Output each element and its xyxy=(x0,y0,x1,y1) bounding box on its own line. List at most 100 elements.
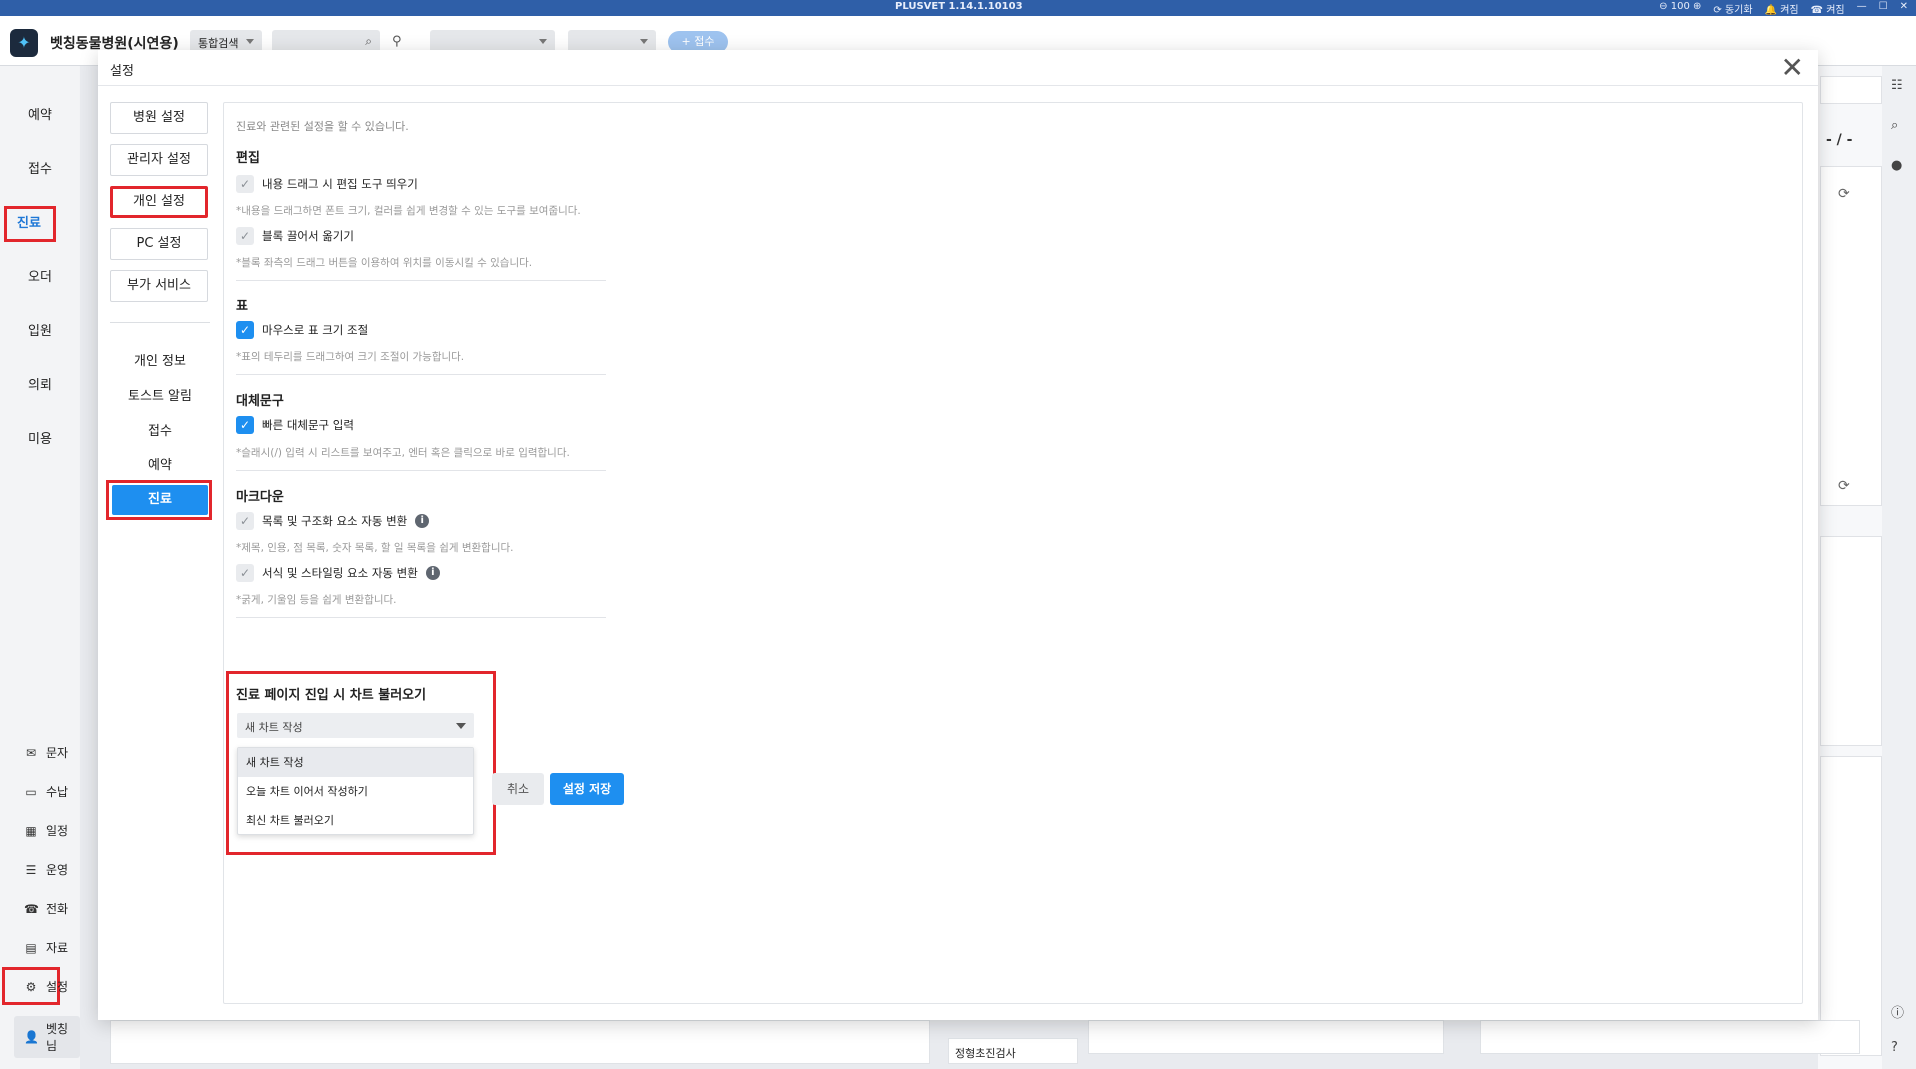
refresh-icon[interactable]: ⟳ xyxy=(1838,478,1850,494)
window-titlebar: PLUSVET 1.14.1.10103 ⊖ 100 ⊕ ⟳ 동기화 🔔 켜짐 … xyxy=(0,0,1916,16)
sidebar-item-operation[interactable]: ☰ 운영 xyxy=(24,861,68,878)
cancel-button[interactable]: 취소 xyxy=(492,773,544,805)
app-logo: ✦ xyxy=(10,29,38,57)
refresh-icon[interactable]: ⟳ xyxy=(1838,186,1850,202)
hint-text: *블록 좌측의 드래그 버튼을 이용하여 위치를 이동시킬 수 있습니다. xyxy=(236,257,533,269)
checkbox[interactable]: ✓ xyxy=(236,564,254,582)
sub-personal-info[interactable]: 개인 정보 xyxy=(110,350,210,369)
option-block-drag[interactable]: ✓ 블록 끌어서 옮기기 xyxy=(236,227,354,245)
divider xyxy=(236,374,606,375)
section-title-table: 표 xyxy=(236,299,248,314)
hint-text: *내용을 드래그하면 폰트 크기, 컬러를 쉽게 변경할 수 있는 도구를 보여… xyxy=(236,205,581,217)
phone-status[interactable]: ☎ 켜짐 xyxy=(1811,1,1845,16)
search-icon[interactable]: ⌕ xyxy=(1891,118,1898,133)
sidebar-item-documents[interactable]: ▤ 자료 xyxy=(24,939,68,956)
nav-personal-settings[interactable]: 개인 설정 xyxy=(110,186,208,218)
sidebar-item-payment[interactable]: ▭ 수납 xyxy=(24,783,68,800)
exam-item[interactable]: 정형초진검사 xyxy=(948,1038,1078,1064)
phone-icon: ☎ xyxy=(24,901,39,916)
patient-search-icon[interactable]: ⚲ xyxy=(392,34,402,49)
option-drag-toolbar[interactable]: ✓ 내용 드래그 시 편집 도구 띄우기 xyxy=(236,175,418,193)
background-panel xyxy=(110,1020,930,1064)
sidebar-item-order[interactable]: 오더 xyxy=(0,266,80,285)
dropdown-option[interactable]: 오늘 차트 이어서 작성하기 xyxy=(238,777,473,806)
option-quick-alt-text[interactable]: ✓ 빠른 대체문구 입력 xyxy=(236,416,354,434)
user-profile[interactable]: 👤 벳칭님 xyxy=(14,1016,80,1058)
card-icon: ▭ xyxy=(25,784,37,799)
chart-load-select[interactable]: 새 차트 작성 xyxy=(237,713,474,738)
info-icon[interactable]: i xyxy=(415,514,430,528)
panel-box xyxy=(1820,536,1882,746)
hint-text: *슬래시(/) 입력 시 리스트를 보여주고, 엔터 혹은 클릭으로 바로 입력… xyxy=(236,447,570,459)
checkbox-checked[interactable]: ✓ xyxy=(236,416,254,434)
settings-modal: 설정 ✕ 병원 설정 관리자 설정 개인 설정 PC 설정 부가 서비스 개인 … xyxy=(98,50,1818,1020)
section-description: 진료와 관련된 설정을 할 수 있습니다. xyxy=(236,120,409,133)
section-title-chart-load: 진료 페이지 진입 시 차트 불러오기 xyxy=(236,688,427,703)
sidebar-item-reception[interactable]: 접수 xyxy=(0,158,80,177)
option-list-autoconvert[interactable]: ✓ 목록 및 구조화 요소 자동 변환 i xyxy=(236,512,430,530)
minimize-button[interactable]: — xyxy=(1857,1,1867,16)
divider xyxy=(236,617,606,618)
sidebar-item-settings[interactable]: ⚙ 설정 xyxy=(24,978,68,995)
checkbox[interactable]: ✓ xyxy=(236,227,254,245)
option-table-resize[interactable]: ✓ 마우스로 표 크기 조절 xyxy=(236,321,368,339)
nav-extra-services[interactable]: 부가 서비스 xyxy=(110,270,208,302)
help-icon[interactable]: ? xyxy=(1891,1040,1898,1055)
info-icon[interactable]: i xyxy=(425,566,440,580)
sidebar-item-hospitalization[interactable]: 입원 xyxy=(0,320,80,339)
divider xyxy=(98,85,1818,86)
chat-icon[interactable]: ● xyxy=(1891,158,1902,173)
nav-pc-settings[interactable]: PC 설정 xyxy=(110,228,208,260)
sidebar: 예약 접수 진료 오더 입원 의뢰 미용 ✉ 문자 ▭ 수납 ▦ 일정 ☰ 운영 ☎ 전화… xyxy=(0,66,80,1069)
user-icon: 👤 xyxy=(24,1030,39,1044)
sidebar-item-treatment[interactable]: 진료 xyxy=(0,212,58,231)
section-title-alt-text: 대체문구 xyxy=(236,394,284,409)
modal-title: 설정 xyxy=(110,64,134,79)
section-title-markdown: 마크다운 xyxy=(236,490,284,505)
sidebar-item-message[interactable]: ✉ 문자 xyxy=(24,744,68,761)
calendar-icon: ▦ xyxy=(25,823,37,838)
sync-button[interactable]: ⟳ 동기화 xyxy=(1713,1,1752,16)
checkbox-checked[interactable]: ✓ xyxy=(236,321,254,339)
nav-admin-settings[interactable]: 관리자 설정 xyxy=(110,144,208,176)
section-title-edit: 편집 xyxy=(236,151,260,166)
hint-text: *제목, 인용, 점 목록, 숫자 목록, 할 일 목록을 쉽게 변환합니다. xyxy=(236,542,514,554)
chevron-down-icon xyxy=(456,723,466,729)
titlebar-status: ⊖ 100 ⊕ ⟳ 동기화 🔔 켜짐 ☎ 켜짐 — ☐ ✕ xyxy=(1659,1,1908,16)
notify-status[interactable]: 🔔 켜짐 xyxy=(1765,1,1799,16)
hint-text: *굵게, 기울임 등을 쉽게 변환합니다. xyxy=(236,594,397,606)
panel-box xyxy=(1820,756,1882,1056)
sub-reservation[interactable]: 예약 xyxy=(110,454,210,473)
chart-load-dropdown: 새 차트 작성 오늘 차트 이어서 작성하기 최신 차트 불러오기 xyxy=(237,747,474,835)
sidebar-item-referral[interactable]: 의뢰 xyxy=(0,374,80,393)
info-icon[interactable]: ⓘ xyxy=(1891,1002,1904,1021)
sidebar-item-phone[interactable]: ☎ 전화 xyxy=(24,900,68,917)
sub-toast-alerts[interactable]: 토스트 알림 xyxy=(110,385,210,404)
dropdown-option[interactable]: 최신 차트 불러오기 xyxy=(238,806,473,835)
maximize-button[interactable]: ☐ xyxy=(1879,1,1888,16)
zoom-control[interactable]: ⊖ 100 ⊕ xyxy=(1659,1,1701,16)
list-icon: ☰ xyxy=(25,862,37,877)
patient-counter: - / - xyxy=(1826,132,1853,148)
divider xyxy=(110,322,210,323)
close-icon[interactable]: ✕ xyxy=(1781,53,1804,83)
sub-reception[interactable]: 접수 xyxy=(110,420,210,439)
checkbox[interactable]: ✓ xyxy=(236,175,254,193)
background-panel xyxy=(1480,1020,1860,1054)
patient-list-icon[interactable]: ☷ xyxy=(1891,78,1903,93)
sidebar-item-schedule[interactable]: ▦ 일정 xyxy=(24,822,68,839)
settings-content: 진료와 관련된 설정을 할 수 있습니다. 편집 ✓ 내용 드래그 시 편집 도구… xyxy=(223,102,1803,1004)
nav-hospital-settings[interactable]: 병원 설정 xyxy=(110,102,208,134)
sidebar-item-grooming[interactable]: 미용 xyxy=(0,428,80,447)
panel-box xyxy=(1820,166,1882,506)
app-version: PLUSVET 1.14.1.10103 xyxy=(895,1,1023,12)
dropdown-option[interactable]: 새 차트 작성 xyxy=(238,748,473,777)
save-settings-button[interactable]: 설정 저장 xyxy=(550,773,624,805)
window-close-button[interactable]: ✕ xyxy=(1900,1,1908,16)
sub-treatment[interactable]: 진료 xyxy=(112,485,208,515)
sidebar-item-reservation[interactable]: 예약 xyxy=(0,104,80,123)
checkbox[interactable]: ✓ xyxy=(236,512,254,530)
search-icon: ⌕ xyxy=(365,34,372,48)
divider xyxy=(236,470,606,471)
option-style-autoconvert[interactable]: ✓ 서식 및 스타일링 요소 자동 변환 i xyxy=(236,564,440,582)
